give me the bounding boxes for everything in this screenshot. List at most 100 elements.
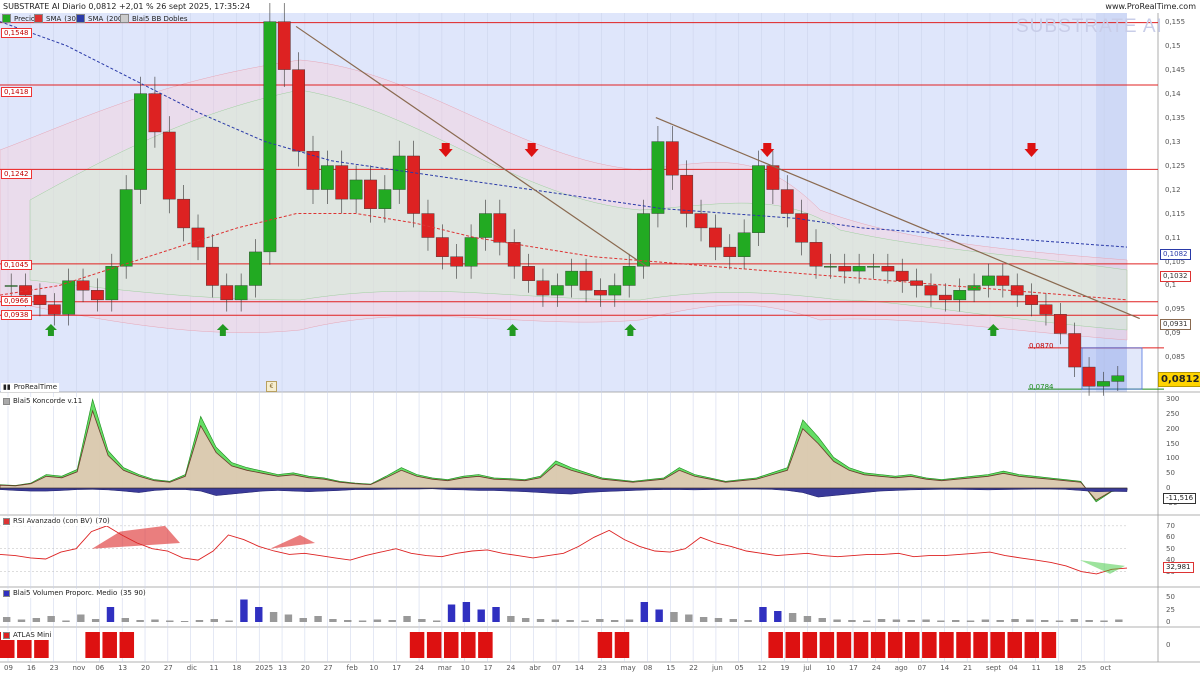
volume-bar-3	[47, 616, 55, 622]
volume-bar-41	[610, 620, 619, 622]
candle-38	[550, 285, 564, 296]
candle-57	[823, 266, 837, 268]
candle-5	[76, 280, 90, 291]
date-tick-44: 04	[1008, 664, 1018, 672]
chart-title: SUBSTRATE AI Diario 0,0812 +2,01 % 26 se…	[3, 2, 251, 11]
date-tick-34: 19	[780, 664, 790, 672]
volume-bar-74	[1100, 620, 1108, 622]
price-tick-11: 0,1	[1165, 281, 1177, 290]
candle-60	[867, 266, 880, 268]
candle-2	[33, 294, 47, 305]
candle-28	[407, 155, 420, 214]
volume-bar-4	[62, 620, 70, 622]
volume-bar-62	[922, 619, 930, 622]
volume-bar-7	[106, 607, 115, 622]
koncorde-tick-0: 300	[1166, 394, 1180, 403]
koncorde-swatch	[3, 398, 10, 405]
candle-49	[709, 227, 722, 248]
date-tick-30: 22	[689, 664, 699, 672]
atlas-swatch	[3, 632, 10, 639]
candle-15	[220, 285, 234, 301]
bb-swatch	[120, 14, 129, 23]
volume-bar-22	[329, 619, 337, 622]
price-tick-2: 0,145	[1165, 65, 1186, 74]
candle-47	[680, 174, 694, 214]
date-tick-0: 09	[4, 664, 13, 672]
candle-25	[364, 179, 377, 209]
volume-bar-44	[655, 609, 663, 622]
site-url[interactable]: www.ProRealTime.com	[1105, 2, 1196, 11]
legend-bb[interactable]: Blai5 BB Dobles	[120, 14, 188, 23]
sma30-price-box: 0,1032	[1160, 271, 1191, 282]
atlas-bar-6	[102, 632, 117, 658]
candle-52	[752, 165, 765, 233]
date-tick-22: 24	[506, 664, 516, 672]
date-tick-23: abr	[529, 664, 541, 672]
volume-bar-70	[1040, 620, 1049, 622]
candle-70	[1010, 285, 1024, 296]
candle-14	[206, 246, 219, 286]
atlas-tick-0: 0	[1166, 641, 1171, 649]
volume-bar-38	[566, 620, 574, 622]
koncorde-tick-6: 0	[1166, 484, 1171, 493]
brand-label: ▮▮ ProRealTime	[1, 383, 60, 392]
volume-bar-14	[210, 619, 218, 622]
candle-19	[277, 21, 291, 70]
candle-45	[651, 141, 665, 214]
volume-bar-64	[952, 620, 960, 622]
atlas-bar-50	[853, 632, 869, 658]
candle-53	[766, 165, 780, 190]
date-tick-26: 23	[597, 664, 607, 672]
volume-bar-49	[729, 619, 737, 622]
date-tick-6: 20	[141, 664, 150, 672]
volume-bar-40	[596, 619, 604, 622]
rsi-title[interactable]: RSI Avanzado (con BV) (70)	[1, 517, 112, 526]
rsi-tick-0: 70	[1166, 521, 1175, 530]
volume-tick-0: 50	[1166, 593, 1175, 601]
date-tick-14: 27	[323, 664, 333, 672]
candle-22	[320, 165, 334, 190]
date-tick-13: 20	[300, 664, 310, 672]
volume-bar-51	[759, 607, 767, 622]
rsi-panel-bg	[0, 516, 1127, 584]
candle-37	[536, 280, 550, 296]
volume-bar-73	[1085, 620, 1093, 622]
legend-sma30[interactable]: SMA (30)	[34, 14, 79, 23]
volume-title[interactable]: Blai5 Volumen Proporc. Medio (35 90)	[1, 589, 148, 598]
legend-sma30-label: SMA	[46, 14, 62, 23]
volume-bar-69	[1026, 619, 1034, 622]
candle-43	[622, 266, 636, 286]
legend-sma200[interactable]: SMA (200)	[76, 14, 125, 23]
date-tick-39: ago	[894, 664, 908, 672]
date-tick-40: 07	[917, 664, 927, 672]
atlas-bar-5	[85, 632, 100, 658]
volume-bar-16	[240, 599, 248, 622]
candle-54	[780, 189, 794, 214]
volume-bar-60	[892, 619, 901, 622]
price-swatch	[2, 14, 11, 23]
level-label-3: 0,1045	[1, 260, 32, 270]
candle-8	[119, 189, 133, 267]
atlas-bar-53	[905, 632, 920, 658]
date-tick-3: nov	[72, 664, 86, 672]
atlas-title[interactable]: ATLAS Mini	[1, 631, 54, 640]
volume-bar-9	[136, 620, 144, 622]
event-marker-icon[interactable]: €	[266, 381, 277, 392]
koncorde-tick-3: 150	[1166, 439, 1180, 448]
candle-33	[479, 213, 492, 238]
date-tick-36: 10	[826, 664, 836, 672]
volume-bar-27	[403, 616, 411, 622]
date-tick-33: 12	[757, 664, 767, 672]
koncorde-tick-2: 200	[1166, 424, 1180, 433]
candle-27	[392, 155, 406, 190]
candle-23	[335, 165, 349, 200]
date-tick-27: may	[620, 664, 636, 672]
date-tick-35: jul	[803, 664, 812, 672]
price-tick-0: 0,155	[1165, 17, 1186, 26]
volume-bar-19	[284, 614, 293, 622]
recent-level-label-0: 0,0870	[1029, 342, 1054, 350]
legend-price[interactable]: Precio	[2, 14, 35, 23]
price-tick-8: 0,115	[1165, 209, 1186, 218]
koncorde-title[interactable]: Blai5 Koncorde v.11	[1, 397, 85, 406]
price-tick-12: 0,095	[1165, 305, 1186, 314]
